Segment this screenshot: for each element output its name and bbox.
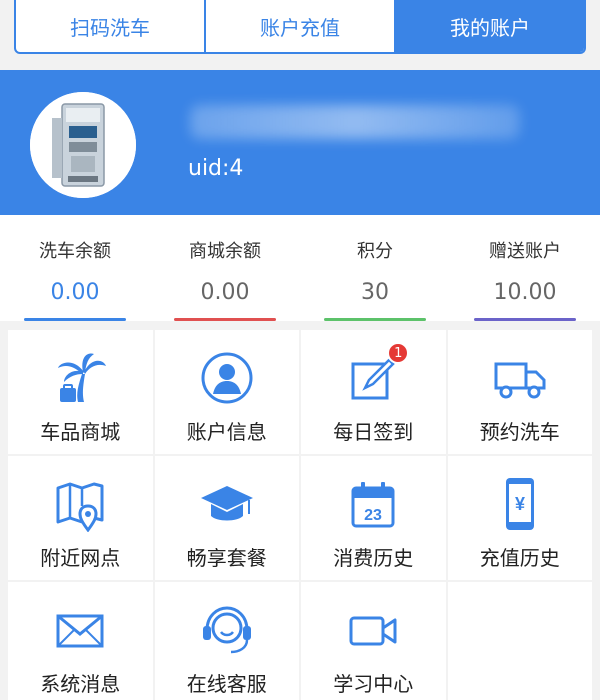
notification-badge: 1 [387,342,410,364]
menu-item-spending-history[interactable]: 23 消费历史 [301,456,446,580]
avatar[interactable] [30,92,136,198]
menu-item-label: 在线客服 [186,672,267,696]
user-id: uid:4 [188,156,244,181]
menu-item-messages[interactable]: 系统消息 [8,582,153,700]
tab-scan-wash[interactable]: 扫码洗车 [16,0,206,52]
balance-label: 赠送账户 [489,241,561,262]
menu-item-label: 车品商城 [40,420,121,444]
balance-value: 0.00 [50,280,100,305]
calendar-icon: 23 [351,482,395,528]
balance-underline [24,318,126,321]
balance-label: 洗车余额 [39,241,111,262]
menu-item-learning-center[interactable]: 学习中心 [301,582,446,700]
menu-item-label: 预约洗车 [479,420,560,444]
balance-value: 30 [361,280,389,305]
envelope-icon [56,614,104,648]
balance-points[interactable]: 积分 30 [300,215,450,321]
blurred-username [190,105,520,139]
balance-summary: 洗车余额 0.00 商城余额 0.00 积分 30 赠送账户 10.00 [0,215,600,321]
menu-item-label: 学习中心 [333,672,414,696]
balance-underline [174,318,276,321]
truck-icon [494,362,546,399]
headset-icon [202,606,251,654]
calendar-day: 23 [364,507,382,524]
top-tabs: 扫码洗车 账户充值 我的账户 [14,0,586,54]
menu-item-packages[interactable]: 畅享套餐 [154,456,299,580]
profile-header: uid:4 [0,70,600,215]
palm-tree-icon [58,353,107,402]
menu-item-label: 每日签到 [333,420,414,444]
menu-item-book-wash[interactable]: 预约洗车 [447,330,592,454]
menu-item-label: 账户信息 [186,420,267,444]
tab-account-recharge[interactable]: 账户充值 [206,0,396,52]
checkin-icon-wrap: 1 [345,342,410,406]
video-icon [349,616,397,646]
user-icon [201,352,253,404]
car-wash-machine-icon [30,92,136,198]
menu-item-label: 附近网点 [40,546,121,570]
menu-item-nearby[interactable]: 附近网点 [8,456,153,580]
menu-item-label: 消费历史 [333,546,414,570]
tab-my-account[interactable]: 我的账户 [396,0,584,52]
yuan-symbol: ¥ [515,494,525,514]
map-icon [56,482,104,532]
balance-underline [474,318,576,321]
balance-value: 0.00 [200,280,250,305]
balance-wash[interactable]: 洗车余额 0.00 [0,215,150,321]
menu-item-label: 充值历史 [479,546,560,570]
menu-item-mall[interactable]: 车品商城 [8,330,153,454]
menu-item-label: 系统消息 [40,672,121,696]
menu-item-account-info[interactable]: 账户信息 [154,330,299,454]
menu-item-empty [447,582,592,700]
menu-item-daily-checkin[interactable]: 1 每日签到 [301,330,446,454]
my-account-page: 扫码洗车 账户充值 我的账户 uid:4 洗车余额 0.00 商城余额 0.00… [0,0,600,700]
menu-item-online-service[interactable]: 在线客服 [154,582,299,700]
menu-grid: 车品商城 账户信息 1 每日签到 预约洗车 附近网点 畅享套餐 23 消费历史 … [8,330,592,700]
balance-mall[interactable]: 商城余额 0.00 [150,215,300,321]
graduation-cap-icon [200,486,253,521]
balance-underline [324,318,426,321]
phone-yuan-icon: ¥ [505,478,534,530]
balance-label: 积分 [357,241,393,262]
balance-gift[interactable]: 赠送账户 10.00 [450,215,600,321]
balance-label: 商城余额 [189,241,261,262]
menu-item-recharge-history[interactable]: ¥ 充值历史 [447,456,592,580]
balance-value: 10.00 [493,280,557,305]
menu-item-label: 畅享套餐 [186,546,267,570]
